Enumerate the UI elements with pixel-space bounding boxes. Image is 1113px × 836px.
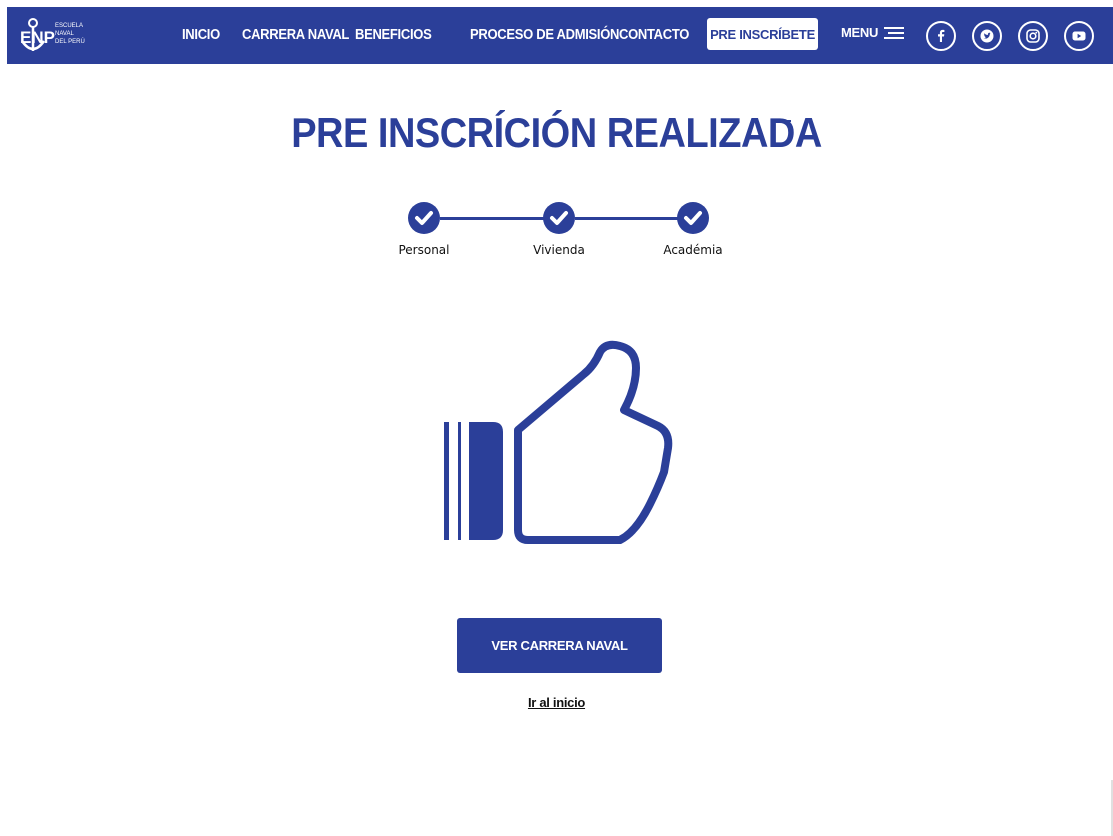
top-navbar: ENP ESCUELA NAVAL DEL PERÚ INICIO CARRER…: [7, 7, 1113, 64]
logo[interactable]: ENP ESCUELA NAVAL DEL PERÚ: [19, 13, 89, 57]
step-connector: [575, 217, 685, 220]
nav-proceso-admision[interactable]: PROCESO DE ADMISIÓN: [470, 25, 619, 42]
facebook-icon: [938, 29, 945, 42]
checkmark-icon: [415, 211, 433, 225]
nav-contacto[interactable]: CONTACTO: [619, 25, 689, 42]
instagram-link[interactable]: [1018, 21, 1048, 51]
menu-toggle[interactable]: MENU: [841, 25, 905, 40]
logo-line-3: DEL PERÚ: [55, 38, 85, 45]
thumbs-up-icon: [444, 340, 673, 544]
checkmark-icon: [684, 211, 702, 225]
facebook-link[interactable]: [926, 21, 956, 51]
step-academia-check: [677, 202, 709, 234]
step-label-personal: Personal: [398, 243, 450, 257]
step-personal-check: [408, 202, 440, 234]
logo-line-2: NAVAL: [55, 31, 74, 37]
youtube-link[interactable]: [1064, 21, 1094, 51]
step-label-vivienda: Vivienda: [533, 243, 585, 257]
pre-inscribete-button[interactable]: PRE INSCRÍBETE: [707, 18, 818, 50]
nav-inicio[interactable]: INICIO: [182, 25, 220, 42]
anchor-logo-icon: ENP ESCUELA NAVAL DEL PERÚ: [20, 18, 85, 51]
menu-label: MENU: [841, 25, 879, 40]
nav-beneficios[interactable]: BENEFICIOS: [355, 25, 432, 42]
logo-mark: ENP: [20, 28, 55, 47]
instagram-icon: [1026, 29, 1040, 43]
step-vivienda-check: [543, 202, 575, 234]
twitter-link[interactable]: [972, 21, 1002, 51]
logo-line-1: ESCUELA: [55, 23, 83, 29]
ver-carrera-naval-button[interactable]: VER CARRERA NAVAL: [457, 618, 662, 673]
hamburger-icon: [884, 26, 905, 39]
ir-al-inicio-link[interactable]: Ir al inicio: [528, 695, 585, 710]
twitter-icon: [980, 29, 994, 43]
ir-al-inicio-link-wrapper: Ir al inicio: [0, 695, 1113, 710]
step-label-academia: Académia: [663, 243, 723, 257]
nav-carrera-naval[interactable]: CARRERA NAVAL: [242, 25, 349, 42]
youtube-icon: [1072, 31, 1086, 41]
checkmark-icon: [550, 211, 568, 225]
page-title: PRE INSCRÍCIÓN REALIZADA: [291, 110, 822, 158]
step-connector: [440, 217, 550, 220]
